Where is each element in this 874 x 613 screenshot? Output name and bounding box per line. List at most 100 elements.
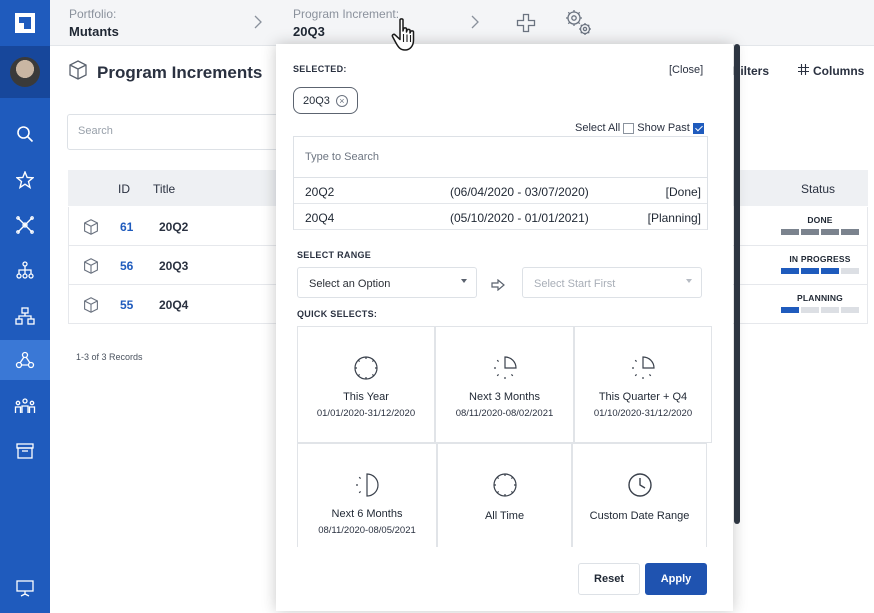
program-increment-value: 20Q3 (293, 24, 325, 39)
list-item[interactable]: 20Q4 (05/10/2020 - 01/01/2021) [Planning… (294, 204, 707, 230)
full-clock-icon (298, 355, 434, 381)
quick-select-custom-range[interactable]: Custom Date Range (572, 443, 707, 553)
cube-icon (83, 219, 99, 240)
remove-icon[interactable]: × (335, 94, 348, 107)
select-range-label: SELECT RANGE (297, 250, 372, 260)
select-all-checkbox[interactable] (623, 122, 635, 134)
status-label: IN PROGRESS (789, 254, 851, 264)
status-badge: PLANNING (781, 293, 859, 313)
column-title[interactable]: Title (153, 182, 175, 196)
scrollbar[interactable] (734, 44, 740, 524)
program-increment-breadcrumb[interactable]: Program Increment: 20Q3 (293, 7, 399, 39)
tile-range: 01/10/2020-31/12/2020 (593, 408, 693, 419)
quick-select-all-time[interactable]: All Time (437, 443, 572, 553)
caret-down-icon (461, 279, 467, 283)
status-progress (781, 229, 859, 235)
option-list: Type to Search 20Q2 (06/04/2020 - 03/07/… (293, 136, 708, 230)
tile-title: All Time (484, 510, 525, 522)
chevron-right-icon (253, 14, 263, 35)
tile-title: This Quarter + Q4 (598, 391, 688, 403)
range-start-value: Select an Option (309, 278, 391, 290)
quick-select-next-3-months[interactable]: Next 3 Months 08/11/2020-08/02/2021 (435, 326, 574, 443)
clock-icon (573, 472, 706, 498)
apply-button[interactable]: Apply (645, 563, 707, 595)
arrow-right-icon (491, 278, 505, 296)
program-increment-picker: SELECTED: [Close] 20Q3 × Select All Show… (276, 44, 740, 611)
portfolio-breadcrumb[interactable]: Portfolio: Mutants (69, 7, 119, 39)
search-icon[interactable] (0, 114, 50, 154)
option-dates: (05/10/2020 - 01/01/2021) (450, 211, 589, 225)
cube-icon (68, 60, 88, 85)
option-dates: (06/04/2020 - 03/07/2020) (450, 185, 589, 199)
tile-title: Next 6 Months (331, 508, 403, 520)
type-to-search-input[interactable]: Type to Search (294, 137, 707, 178)
hand-cursor-icon (389, 17, 423, 58)
option-state: [Planning] (647, 211, 701, 225)
range-end-select[interactable]: Select Start First (522, 267, 702, 298)
show-past-checkbox[interactable] (692, 122, 704, 134)
range-end-value: Select Start First (534, 278, 616, 290)
tile-range: 08/11/2020-08/05/2021 (318, 525, 416, 536)
star-icon[interactable] (0, 160, 50, 200)
half-clock-icon (298, 472, 436, 498)
chip-label: 20Q3 (303, 94, 330, 107)
portfolio-value: Mutants (69, 24, 119, 39)
close-button[interactable]: [Close] (669, 64, 703, 76)
portfolio-label: Portfolio: (69, 7, 117, 21)
sidebar (0, 0, 50, 613)
column-status[interactable]: Status (801, 182, 835, 196)
select-all-link[interactable]: Select All (575, 122, 620, 134)
row-title: 20Q3 (159, 259, 189, 273)
row-title: 20Q4 (159, 298, 189, 312)
hierarchy-icon[interactable] (0, 250, 50, 290)
row-id-link[interactable]: 61 (120, 220, 133, 234)
tile-title: This Year (343, 391, 389, 403)
range-start-select[interactable]: Select an Option (297, 267, 477, 298)
quarter-clock-icon (436, 355, 573, 381)
status-progress (781, 307, 859, 313)
chevron-right-icon (470, 14, 480, 35)
status-badge: IN PROGRESS (781, 254, 859, 274)
quick-selects-label: QUICK SELECTS: (297, 309, 378, 319)
columns-label: Columns (813, 64, 865, 78)
caret-down-icon (686, 279, 692, 283)
tile-title: Next 3 Months (469, 391, 540, 403)
page-title-text: Program Increments (97, 62, 263, 82)
row-id-link[interactable]: 56 (120, 259, 133, 273)
gears-icon[interactable] (563, 8, 595, 43)
program-icon[interactable] (0, 340, 50, 380)
columns-button[interactable]: Columns (798, 64, 864, 78)
plus-icon[interactable] (516, 13, 536, 38)
quick-select-this-quarter[interactable]: This Quarter + Q4 01/10/2020-31/12/2020 (574, 326, 712, 443)
list-item[interactable]: 20Q2 (06/04/2020 - 03/07/2020) [Done] (294, 178, 707, 204)
status-label: DONE (807, 215, 833, 225)
program-increment-label: Program Increment: (293, 7, 400, 21)
presentation-icon[interactable] (0, 568, 50, 608)
grid-icon (798, 64, 809, 78)
selected-label: SELECTED: (293, 64, 347, 74)
select-controls: Select All Show Past (575, 122, 704, 134)
show-past-label: Show Past (637, 122, 690, 134)
column-id[interactable]: ID (118, 182, 130, 196)
selected-chip[interactable]: 20Q3 × (293, 87, 358, 114)
status-label: PLANNING (797, 293, 843, 303)
reset-button[interactable]: Reset (578, 563, 640, 595)
avatar[interactable] (0, 46, 50, 98)
option-name: 20Q4 (305, 211, 335, 225)
cube-icon (83, 258, 99, 279)
row-id-link[interactable]: 55 (120, 298, 133, 312)
logo-icon[interactable] (0, 0, 50, 46)
page-title: Program Increments (68, 60, 262, 85)
archive-icon[interactable] (0, 431, 50, 471)
tile-range: 01/01/2020-31/12/2020 (316, 408, 416, 419)
org-chart-icon[interactable] (0, 296, 50, 336)
team-icon[interactable] (0, 386, 50, 426)
network-icon[interactable] (0, 205, 50, 245)
quick-select-this-year[interactable]: This Year 01/01/2020-31/12/2020 (297, 326, 435, 443)
tile-title: Custom Date Range (589, 510, 690, 522)
tile-range: 08/11/2020-08/02/2021 (455, 408, 554, 419)
quick-select-next-6-months[interactable]: Next 6 Months 08/11/2020-08/05/2021 (297, 443, 437, 553)
search-input[interactable]: Search (67, 114, 287, 150)
record-count: 1-3 of 3 Records (76, 352, 143, 362)
option-name: 20Q2 (305, 185, 335, 199)
